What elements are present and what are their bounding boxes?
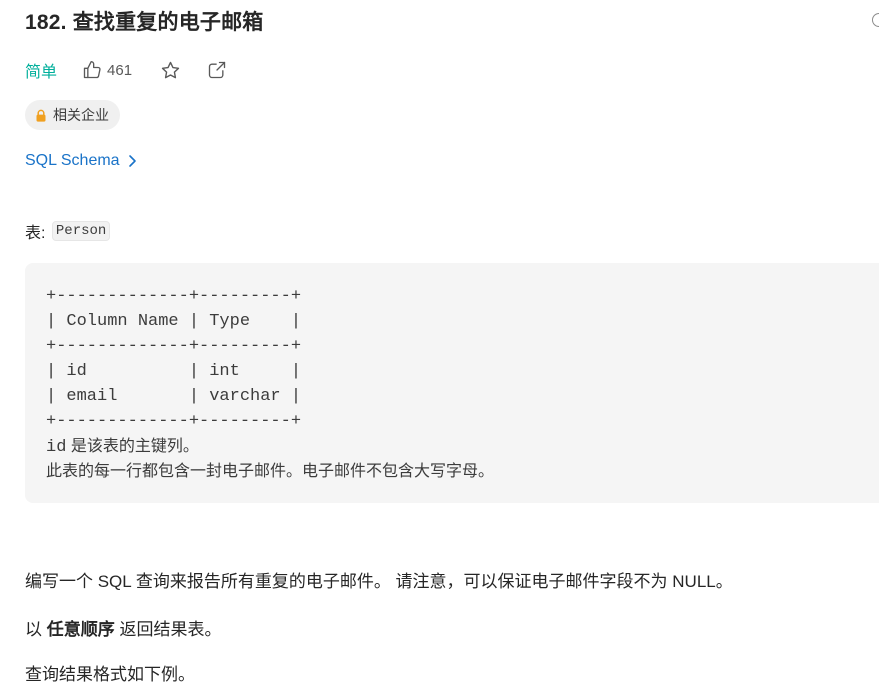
description-paragraph-format: 查询结果格式如下例。 [25, 665, 195, 684]
table-intro: 表: Person [25, 219, 111, 243]
problem-title: 182. 查找重复的电子邮箱 [25, 11, 264, 34]
code-line: | id | int | [46, 362, 302, 381]
code-note-row-desc: 此表的每一行都包含一封电子邮件。电子邮件不包含大写字母。 [46, 463, 495, 480]
code-note-id: id [46, 438, 67, 457]
code-note-primary-key: id 是该表的主键列。 [46, 434, 879, 459]
code-line: | email | varchar | [46, 387, 302, 406]
share-button[interactable] [207, 60, 227, 80]
order-prefix: 以 [25, 620, 47, 639]
code-line: +-------------+---------+ [46, 412, 302, 431]
thumbs-up-icon [83, 61, 101, 79]
related-companies-tag[interactable]: 相关企业 [25, 100, 120, 130]
code-line: | Column Name | Type | [46, 312, 302, 331]
description-paragraph: 编写一个 SQL 查询来报告所有重复的电子邮件。 请注意，可以保证电子邮件字段不… [25, 572, 733, 591]
chevron-right-icon [128, 155, 136, 167]
problem-meta-row: 简单 461 [25, 56, 227, 84]
code-line: +-------------+---------+ [46, 287, 302, 306]
star-icon [161, 61, 180, 78]
schema-code-block: +-------------+---------+ | Column Name … [25, 263, 879, 503]
code-note-primary-key-text: 是该表的主键列。 [66, 438, 199, 455]
lock-icon [36, 109, 46, 122]
related-companies-label: 相关企业 [53, 107, 109, 123]
like-count: 461 [107, 61, 133, 79]
problem-page: 182. 查找重复的电子邮箱 简单 461 相关企业 SQL Schema 表:… [0, 0, 879, 695]
sql-schema-link[interactable]: SQL Schema [25, 152, 137, 170]
order-suffix: 返回结果表。 [114, 620, 222, 639]
sql-schema-label: SQL Schema [25, 152, 120, 169]
share-icon [208, 61, 226, 79]
difficulty-label: 简单 [25, 64, 58, 81]
like-button[interactable]: 461 [82, 60, 132, 80]
favorite-button[interactable] [160, 60, 181, 81]
table-name-code: Person [51, 221, 111, 241]
description-paragraph-order: 以 任意顺序 返回结果表。 [25, 618, 221, 642]
code-line: +-------------+---------+ [46, 337, 302, 356]
info-icon[interactable] [872, 13, 879, 27]
order-emphasis: 任意顺序 [46, 620, 115, 639]
table-intro-prefix: 表: [25, 225, 50, 242]
